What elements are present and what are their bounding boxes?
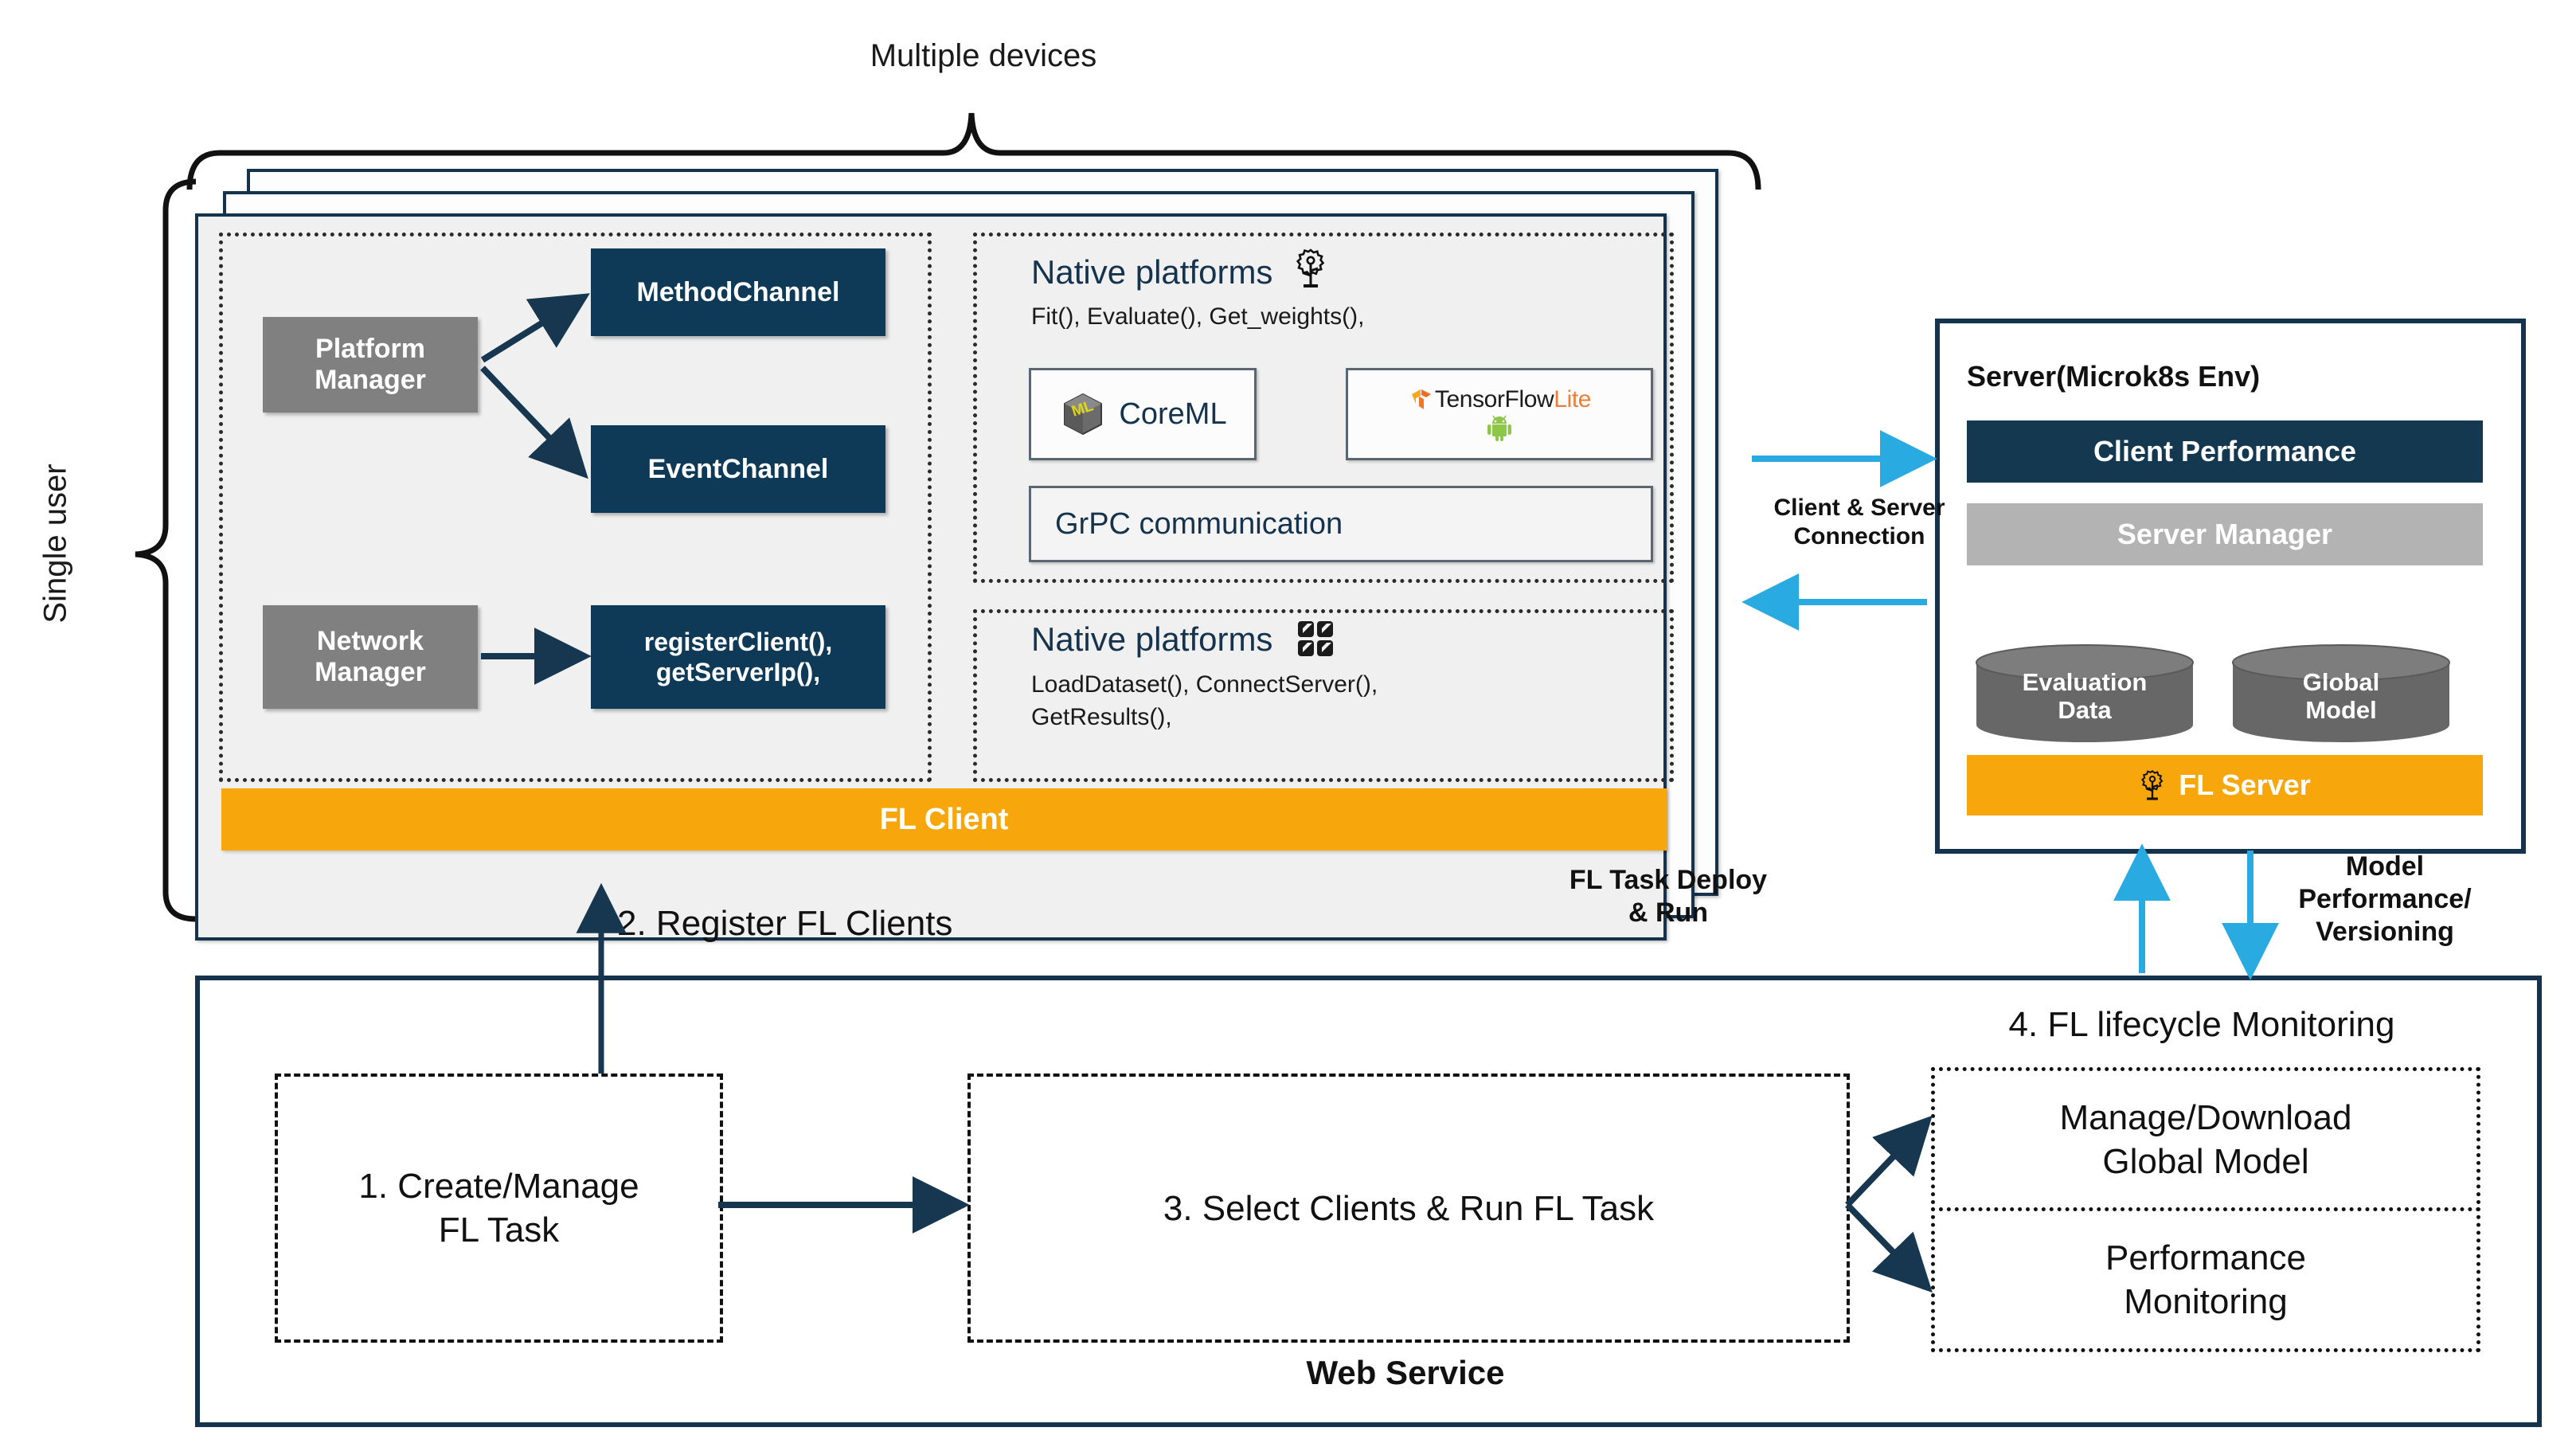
native-platforms-1-title-row: Native platforms [1031,247,1328,291]
grpc-label: GrPC communication [1055,506,1343,541]
step-1-label: 1. Create/Manage FL Task [358,1167,639,1250]
native-platforms-2-title: Native platforms [1031,620,1273,658]
single-user-label: Single user [37,463,73,624]
tensorflow-label: TensorFlow [1434,386,1554,413]
coreml-tile[interactable]: ML CoreML [1029,368,1257,460]
network-manager-box[interactable]: Network Manager [263,605,478,709]
flower-icon [1296,248,1325,287]
coreml-label: CoreML [1119,397,1227,431]
web-service-label: Web Service [1306,1354,1505,1391]
step-1-create-manage-fl-task[interactable]: 1. Create/Manage FL Task [275,1074,723,1343]
step-4-title: 4. FL lifecycle Monitoring [2008,1005,2395,1044]
single-user-brace [135,178,197,922]
platform-manager-box[interactable]: Platform Manager [263,317,478,413]
multiple-devices-label: Multiple devices [870,38,1097,73]
event-channel-box[interactable]: EventChannel [591,425,885,513]
performance-monitoring-box[interactable]: Performance Monitoring [1931,1207,2480,1352]
server-manager-box[interactable]: Server Manager [1967,503,2483,565]
client-performance-box[interactable]: Client Performance [1967,420,2483,483]
step-3-label: 3. Select Clients & Run FL Task [1163,1188,1655,1228]
model-performance-versioning-label: Model Performance/ Versioning [2298,851,2472,947]
fl-task-deploy-label: FL Task Deploy & Run [1569,865,1768,928]
native-platforms-2-title-row: Native platforms [1031,620,1335,659]
evaluation-data-label: Evaluation Data [2022,668,2148,724]
performance-monitoring-label: Performance Monitoring [2105,1238,2306,1321]
fl-client-bar[interactable]: FL Client [221,788,1667,851]
global-model-label: Global Model [2302,668,2380,724]
manage-download-global-model-box[interactable]: Manage/Download Global Model [1931,1067,2480,1212]
native-platforms-1-title: Native platforms [1031,253,1273,291]
fl-server-label: FL Server [2179,768,2311,801]
android-icon [1487,415,1511,441]
method-channel-box[interactable]: MethodChannel [591,248,885,336]
fl-server-bar[interactable]: FL Server [1967,755,2483,815]
grpc-communication-tile[interactable]: GrPC communication [1029,486,1653,562]
register-client-box[interactable]: registerClient(), getServerIp(), [591,605,885,709]
grid-four-squares-icon [1298,621,1334,656]
coreml-icon: ML [1064,393,1103,436]
server-title: Server(Microk8s Env) [1967,360,2261,393]
diagram-canvas: Multiple devices Single user MethodChann… [0,0,2576,1447]
lite-label: Lite [1554,386,1592,413]
native-platforms-1-methods: Fit(), Evaluate(), Get_weights(), [1031,303,1365,330]
manage-download-global-model-label: Manage/Download Global Model [2059,1098,2352,1181]
tensorflow-lite-tile[interactable]: TensorFlow Lite [1346,368,1653,460]
register-fl-clients-label: 2. Register FL Clients [617,904,953,943]
tensorflow-icon [1411,389,1431,409]
client-server-connection-label: Client & Server Connection [1773,495,1945,549]
native-platforms-2-methods: LoadDataset(), ConnectServer(), GetResul… [1031,671,1378,730]
step-3-select-clients-run-fl-task[interactable]: 3. Select Clients & Run FL Task [967,1074,1850,1343]
flower-icon [2141,769,2164,800]
